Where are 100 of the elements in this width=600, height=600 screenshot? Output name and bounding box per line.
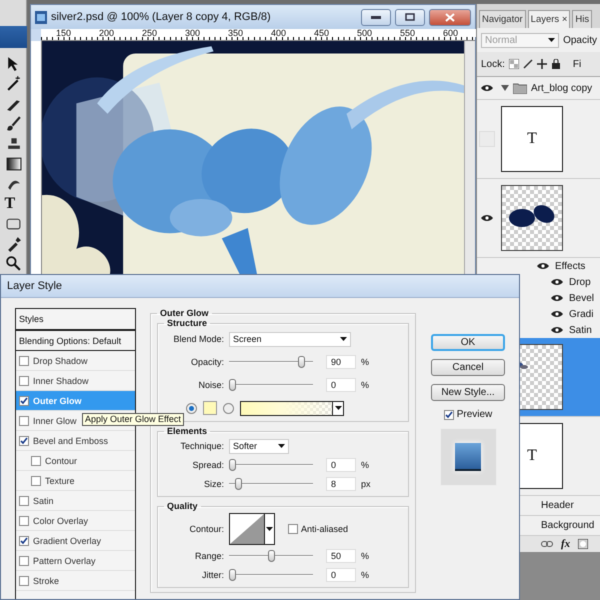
lock-icon[interactable] — [550, 59, 561, 69]
eye-icon[interactable] — [551, 278, 563, 286]
value-field[interactable]: 0 — [326, 458, 356, 472]
style-list-item[interactable]: Stroke — [16, 571, 135, 591]
value-field[interactable]: 8 — [326, 477, 356, 491]
link-icon[interactable] — [541, 541, 553, 547]
technique-dropdown[interactable]: Softer — [229, 438, 289, 454]
effect-name[interactable]: Bevel — [569, 292, 594, 304]
eye-icon[interactable] — [481, 214, 493, 222]
dialog-button[interactable]: OK — [431, 334, 505, 351]
style-preview — [440, 428, 496, 486]
checkbox[interactable] — [19, 416, 29, 426]
slider-label: Spread: — [191, 460, 224, 470]
gradient-picker[interactable] — [240, 400, 344, 416]
checkbox[interactable] — [19, 436, 29, 446]
checkbox[interactable] — [19, 356, 29, 366]
group-title: Elements — [166, 426, 208, 436]
eye-icon[interactable] — [481, 84, 493, 92]
panel-tab[interactable]: Layers × — [528, 10, 570, 28]
checkbox[interactable] — [288, 524, 298, 534]
value-field[interactable]: 0 — [326, 568, 356, 582]
checkbox[interactable] — [19, 576, 29, 586]
header-bar — [0, 26, 26, 48]
caret-icon — [278, 444, 285, 448]
eye-icon[interactable] — [551, 326, 563, 334]
checkbox[interactable] — [19, 516, 29, 526]
slider-thumb[interactable] — [229, 459, 236, 471]
checkbox[interactable] — [19, 536, 29, 546]
caret-icon — [548, 38, 556, 42]
unit-label: % — [361, 570, 370, 580]
checkbox[interactable] — [19, 376, 29, 386]
slider-thumb[interactable] — [229, 379, 236, 391]
style-list-item[interactable]: Satin — [16, 491, 135, 511]
value-field[interactable]: 0 — [326, 378, 356, 392]
radio-button[interactable] — [223, 402, 234, 414]
checkbox[interactable] — [31, 476, 41, 486]
checkbox-label: Anti-aliased — [301, 524, 348, 534]
effect-name[interactable]: Drop — [569, 276, 591, 288]
panel-tab[interactable]: Navigator — [479, 10, 526, 28]
checkbox[interactable] — [31, 456, 41, 466]
move-icon[interactable] — [536, 59, 547, 69]
style-list-item[interactable]: Contour — [16, 451, 135, 471]
checkbox[interactable] — [444, 410, 454, 420]
slider-thumb[interactable] — [298, 356, 306, 368]
maximize-button[interactable] — [395, 8, 425, 26]
eye-icon[interactable] — [551, 310, 563, 318]
style-list-item[interactable]: Bevel and Emboss — [16, 431, 135, 451]
wand-icon[interactable] — [4, 75, 22, 92]
style-list-item[interactable]: Drop Shadow — [16, 351, 135, 371]
layer-name[interactable]: Background — [541, 520, 594, 531]
layer-name[interactable]: Header — [541, 500, 574, 511]
close-icon — [445, 12, 455, 22]
slider-thumb[interactable] — [268, 550, 274, 562]
checkbox[interactable] — [19, 396, 29, 406]
slider-label: Size: — [202, 479, 224, 489]
checkbox[interactable] — [19, 556, 29, 566]
mask-icon[interactable] — [578, 539, 588, 549]
group-title: Outer Glow — [159, 308, 210, 318]
effects-label[interactable]: Effects — [555, 260, 586, 272]
checker-icon[interactable] — [508, 59, 519, 69]
eye-icon[interactable] — [537, 262, 549, 270]
value-field[interactable]: 50 — [326, 549, 356, 563]
minimize-button[interactable] — [361, 8, 391, 26]
effect-name[interactable]: Satin — [569, 324, 592, 336]
group-title: Quality — [166, 501, 199, 511]
unit-label: % — [361, 551, 370, 561]
slider-thumb[interactable] — [229, 569, 236, 581]
radio-button[interactable] — [186, 402, 197, 414]
zoom-icon[interactable] — [4, 255, 22, 272]
slider-thumb[interactable] — [235, 478, 242, 490]
style-list-item[interactable]: Gradient Overlay — [16, 531, 135, 551]
layer-thumbnail[interactable]: T — [501, 106, 563, 172]
panel-tab[interactable]: His — [572, 10, 592, 28]
gradient-icon[interactable] — [4, 155, 22, 172]
styles-header[interactable]: Styles — [19, 314, 44, 324]
field-label: Contour: — [188, 524, 224, 534]
checkbox[interactable] — [19, 496, 29, 506]
blending-options-item[interactable]: Blending Options: Default — [19, 336, 122, 346]
expanded-triangle-icon[interactable] — [501, 84, 509, 92]
unit-label: % — [361, 460, 370, 470]
dialog-button[interactable]: Cancel — [431, 359, 505, 376]
close-button[interactable] — [429, 8, 471, 26]
field-label: Technique: — [179, 441, 224, 451]
color-swatch[interactable] — [203, 401, 217, 415]
value-field[interactable]: 90 — [326, 355, 356, 369]
effects-button[interactable]: fx — [561, 538, 570, 550]
unit-label: % — [361, 357, 370, 367]
style-list-item[interactable]: Texture — [16, 471, 135, 491]
brush-icon[interactable] — [522, 59, 533, 69]
effect-name[interactable]: Gradi — [569, 308, 594, 320]
blend-mode-dropdown[interactable]: Screen — [229, 332, 351, 346]
style-list-item[interactable]: Pattern Overlay — [16, 551, 135, 571]
brush-icon[interactable] — [4, 115, 22, 132]
contour-picker[interactable] — [229, 513, 275, 545]
type-tool[interactable]: T — [4, 195, 22, 212]
eye-icon[interactable] — [551, 294, 563, 302]
window-title: silver2.psd @ 100% (Layer 8 copy 4, RGB/8) — [51, 11, 272, 23]
dialog-button[interactable]: New Style... — [431, 384, 505, 401]
layer-name[interactable]: Art_blog copy — [531, 82, 592, 94]
style-list-item[interactable]: Color Overlay — [16, 511, 135, 531]
